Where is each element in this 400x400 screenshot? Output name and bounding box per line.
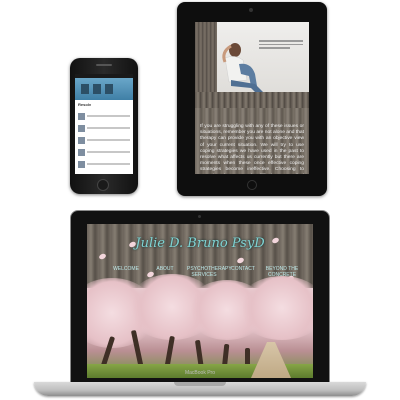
laptop-lid-notch xyxy=(174,382,226,386)
phone-earpiece xyxy=(96,64,112,66)
tablet-screen: If you are struggling with any of these … xyxy=(195,22,309,174)
smartphone-device: Resolv xyxy=(70,58,138,194)
avatar xyxy=(78,136,85,144)
cherry-blossom-photo xyxy=(87,274,313,378)
avatar xyxy=(78,124,85,132)
phone-list-item[interactable] xyxy=(78,159,130,169)
phone-thumbnail-image xyxy=(105,84,113,94)
blossom-petal xyxy=(236,256,245,265)
avatar xyxy=(78,112,85,120)
tablet-article-text: If you are struggling with any of these … xyxy=(200,124,304,174)
tablet-device: If you are struggling with any of these … xyxy=(177,2,327,196)
laptop-device: Julie D. Bruno PsyD WELCOME ABOUT PSYCHO… xyxy=(70,210,330,386)
tablet-hero-photo xyxy=(195,22,309,108)
laptop-base: MacBook Pro xyxy=(34,370,366,396)
site-title[interactable]: Julie D. Bruno PsyD xyxy=(87,236,313,251)
blossom-petal xyxy=(98,252,107,261)
tablet-home-button[interactable] xyxy=(247,180,257,190)
laptop-screen: Julie D. Bruno PsyD WELCOME ABOUT PSYCHO… xyxy=(87,224,313,378)
laptop-camera xyxy=(198,215,201,218)
avatar xyxy=(78,148,85,156)
avatar xyxy=(78,160,85,168)
phone-list-item[interactable] xyxy=(78,135,130,145)
phone-thumbnail-image xyxy=(93,84,101,94)
phone-screen-title: Resolv xyxy=(78,102,92,107)
device-mockup-stage: Resolv If you are struggling with any of… xyxy=(0,0,400,400)
laptop-brand-label: MacBook Pro xyxy=(184,370,215,376)
phone-screen: Resolv xyxy=(75,74,133,174)
phone-list-item[interactable] xyxy=(78,111,130,121)
phone-list-item[interactable] xyxy=(78,147,130,157)
phone-thumbnail-image xyxy=(81,84,89,94)
tablet-camera xyxy=(249,8,253,12)
phone-list-item[interactable] xyxy=(78,123,130,133)
phone-header-banner xyxy=(75,78,133,100)
phone-home-button[interactable] xyxy=(97,179,109,191)
